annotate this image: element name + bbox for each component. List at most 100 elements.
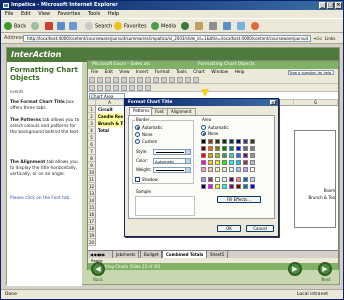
color-swatch[interactable] — [236, 184, 241, 189]
color-swatch[interactable] — [201, 153, 206, 158]
color-swatch[interactable] — [243, 177, 248, 182]
search-button[interactable]: Search — [85, 22, 112, 31]
bold-icon[interactable] — [89, 85, 95, 91]
color-swatch[interactable] — [229, 167, 234, 172]
links-button[interactable]: Links — [325, 35, 335, 42]
color-swatch[interactable] — [243, 184, 248, 189]
italic-icon[interactable] — [97, 85, 103, 91]
tab-font[interactable]: Font — [151, 108, 168, 115]
row-header[interactable]: 19 — [88, 232, 96, 239]
color-swatch[interactable] — [201, 167, 206, 172]
excel-menu-view[interactable]: View — [119, 70, 129, 75]
align-center-icon[interactable] — [121, 85, 127, 91]
color-swatch[interactable] — [250, 139, 255, 144]
color-palette[interactable] — [201, 139, 261, 195]
color-swatch[interactable] — [250, 167, 255, 172]
align-left-icon[interactable] — [113, 85, 119, 91]
color-swatch[interactable] — [229, 177, 234, 182]
color-swatch[interactable] — [222, 153, 227, 158]
row-header[interactable]: 18 — [88, 225, 96, 232]
menu-view[interactable]: View — [38, 11, 50, 17]
color-swatch[interactable] — [208, 184, 213, 189]
color-swatch[interactable] — [229, 153, 234, 158]
edit-button[interactable] — [223, 22, 233, 31]
tab-patterns[interactable]: Patterns — [129, 107, 154, 115]
color-swatch[interactable] — [208, 146, 213, 151]
color-swatch[interactable] — [229, 160, 234, 165]
color-swatch[interactable] — [208, 160, 213, 165]
row-header[interactable]: 17 — [88, 218, 96, 225]
cell[interactable]: Brunch & Te — [97, 120, 123, 127]
style-select[interactable] — [153, 149, 191, 155]
discuss-button[interactable] — [237, 22, 247, 31]
color-swatch[interactable] — [243, 146, 248, 151]
maximize-icon[interactable]: □ — [327, 2, 334, 9]
new-icon[interactable] — [89, 77, 95, 83]
excel-menu-chart[interactable]: Chart — [193, 70, 205, 75]
color-swatch[interactable] — [229, 139, 234, 144]
color-swatch[interactable] — [222, 184, 227, 189]
help-search-box[interactable]: Type a question for help — [288, 70, 334, 75]
color-swatch[interactable] — [229, 146, 234, 151]
forward-step-button[interactable]: ▶ — [318, 262, 332, 276]
minimize-icon[interactable]: _ — [319, 2, 326, 9]
row-header[interactable]: 6 — [88, 141, 96, 148]
underline-icon[interactable] — [105, 85, 111, 91]
color-swatch[interactable] — [250, 177, 255, 182]
preview-icon[interactable] — [121, 77, 127, 83]
history-button[interactable] — [181, 22, 191, 31]
color-swatch[interactable] — [222, 177, 227, 182]
border-custom-radio[interactable] — [135, 139, 140, 144]
color-swatch[interactable] — [215, 184, 220, 189]
currency-icon[interactable] — [137, 85, 143, 91]
cut-icon[interactable] — [137, 77, 143, 83]
name-box[interactable]: Chart Area — [89, 93, 125, 99]
color-swatch[interactable] — [222, 160, 227, 165]
row-header[interactable]: 5 — [88, 134, 96, 141]
color-swatch[interactable] — [222, 167, 227, 172]
stop-button[interactable] — [45, 22, 55, 31]
percent-icon[interactable] — [145, 85, 151, 91]
open-icon[interactable] — [97, 77, 103, 83]
color-swatch[interactable] — [243, 153, 248, 158]
chart-legend-area[interactable]: Room Brunch & Tea — [294, 130, 336, 228]
excel-menu-edit[interactable]: Edit — [105, 70, 113, 75]
menu-edit[interactable]: Edit — [21, 11, 31, 17]
home-button[interactable] — [69, 22, 79, 31]
menu-favorites[interactable]: Favorites — [58, 11, 81, 17]
cell[interactable]: Candle Room — [97, 113, 123, 120]
copy-icon[interactable] — [145, 77, 151, 83]
redo-icon[interactable] — [169, 77, 175, 83]
color-swatch[interactable] — [208, 167, 213, 172]
row-header[interactable]: 4 — [88, 127, 96, 134]
paste-icon[interactable] — [153, 77, 159, 83]
menu-tools[interactable]: Tools — [88, 11, 100, 17]
row-header[interactable]: 1 — [88, 106, 96, 113]
color-swatch[interactable] — [236, 139, 241, 144]
next-step-button[interactable]: ▶ — [288, 262, 302, 276]
excel-menu-tools[interactable]: Tools — [176, 70, 187, 75]
media-button[interactable]: Media — [151, 22, 176, 31]
color-swatch[interactable] — [250, 184, 255, 189]
color-swatch[interactable] — [208, 177, 213, 182]
back-step-button[interactable]: ◀ — [91, 262, 105, 276]
excel-menu-help[interactable]: Help — [235, 70, 245, 75]
address-input[interactable]: http://localhost:4000/content/courseware… — [23, 35, 311, 42]
color-swatch[interactable] — [250, 153, 255, 158]
column-header[interactable]: G — [294, 100, 338, 106]
excel-menu-file[interactable]: File — [91, 70, 98, 75]
menu-file[interactable]: File — [5, 11, 13, 17]
color-swatch[interactable] — [250, 160, 255, 165]
border-none-radio[interactable] — [135, 132, 140, 137]
color-swatch[interactable] — [201, 177, 206, 182]
shadow-checkbox[interactable] — [135, 177, 140, 182]
color-swatch[interactable] — [215, 167, 220, 172]
save-icon[interactable] — [105, 77, 111, 83]
color-swatch[interactable] — [243, 160, 248, 165]
color-swatch[interactable] — [236, 146, 241, 151]
color-swatch[interactable] — [236, 153, 241, 158]
back-button[interactable]: Back — [4, 22, 26, 31]
color-swatch[interactable] — [243, 167, 248, 172]
color-swatch[interactable] — [243, 139, 248, 144]
excel-menu-format[interactable]: Format — [155, 70, 170, 75]
